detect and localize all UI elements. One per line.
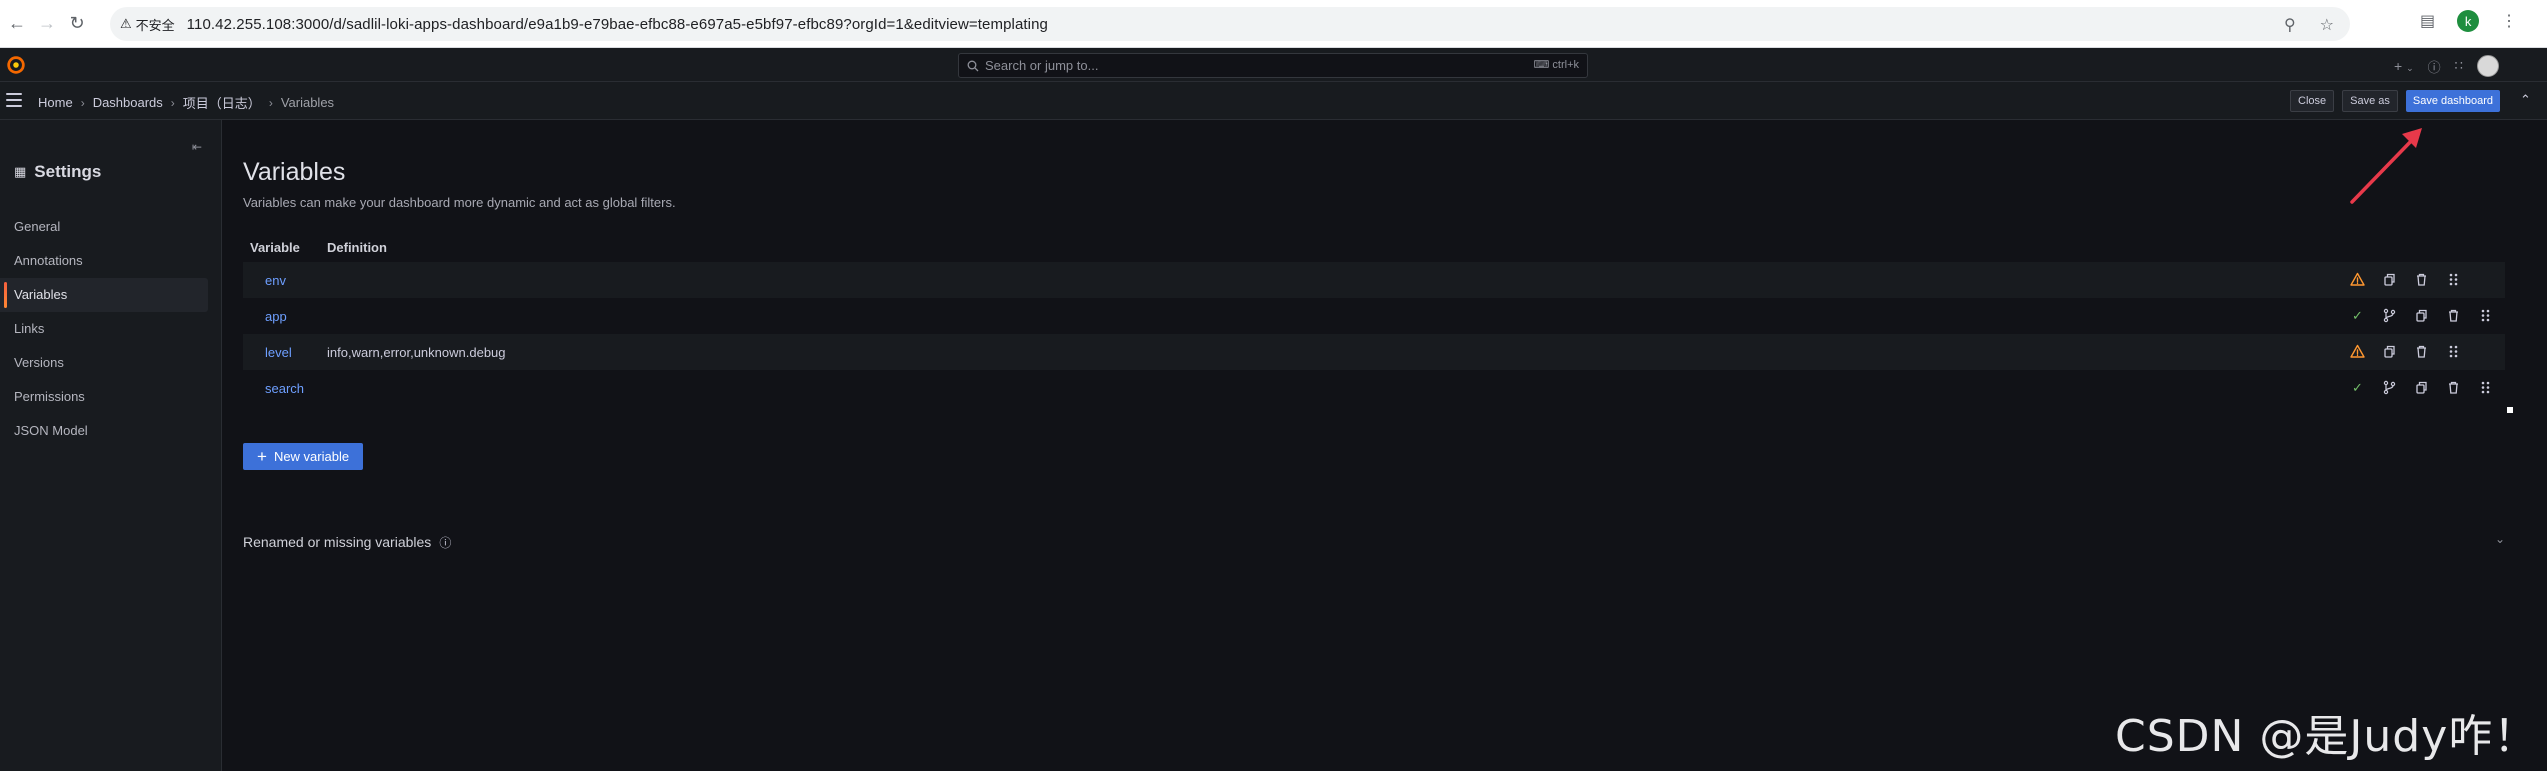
bookmark-star-icon[interactable]: ☆ — [2320, 15, 2334, 35]
duplicate-icon[interactable] — [2381, 343, 2398, 360]
trash-icon[interactable] — [2413, 343, 2430, 360]
help-icon[interactable]: ⓘ — [2428, 57, 2441, 76]
grid-icon: ▦ — [14, 164, 27, 179]
new-variable-label: New variable — [273, 449, 350, 464]
reload-icon[interactable]: ↻ — [64, 11, 90, 37]
url-text[interactable]: 110.42.255.108:3000/d/sadlil-loki-apps-d… — [187, 16, 1048, 33]
annotation-arrow-icon — [2350, 128, 2422, 204]
keyboard-shortcut-hint: ⌨ ctrl+k — [1533, 58, 1579, 72]
variable-name-link[interactable]: app — [243, 309, 327, 324]
drag-handle-icon[interactable] — [2477, 379, 2494, 396]
news-feed-icon[interactable]: ∷ — [2455, 58, 2463, 74]
warning-icon — [2349, 343, 2366, 360]
chevron-right-icon: › — [170, 95, 175, 110]
profile-avatar[interactable]: k — [2457, 10, 2480, 32]
settings-title: ▦ Settings — [14, 162, 101, 182]
renamed-variables-label: Renamed or missing variables — [243, 534, 432, 550]
address-bar[interactable]: ⚠ 不安全 110.42.255.108:3000/d/sadlil-loki-… — [110, 7, 2350, 41]
sidebar-item-annotations[interactable]: Annotations — [0, 244, 208, 278]
column-header-variable: Variable — [250, 239, 300, 255]
trash-icon[interactable] — [2445, 379, 2462, 396]
variables-table: Variable Definition env app ✓ level info… — [243, 232, 2505, 406]
search-bar[interactable]: Search or jump to... ⌨ ctrl+k — [958, 53, 1588, 78]
drag-handle-icon[interactable] — [2477, 307, 2494, 324]
check-icon: ✓ — [2352, 379, 2363, 395]
page-title: Variables — [243, 158, 346, 186]
sidebar-item-general[interactable]: General — [0, 210, 208, 244]
zoom-icon[interactable]: ⚲ — [2284, 15, 2296, 35]
dependency-icon[interactable] — [2381, 379, 2398, 396]
sidebar-item-versions[interactable]: Versions — [0, 346, 208, 380]
breadcrumb-home[interactable]: Home — [38, 95, 73, 110]
browser-toolbar: ← → ↻ ⚠ 不安全 110.42.255.108:3000/d/sadlil… — [0, 0, 2547, 48]
table-row[interactable]: level info,warn,error,unknown.debug — [243, 334, 2505, 370]
dependency-icon[interactable] — [2381, 307, 2398, 324]
chevron-down-icon[interactable]: ⌄ — [2495, 532, 2505, 546]
keyboard-icon: ⌨ — [1533, 59, 1550, 71]
chevron-right-icon: › — [80, 95, 85, 110]
variables-page: Variables Variables can make your dashbo… — [223, 120, 2547, 771]
settings-title-label: Settings — [34, 162, 102, 181]
plus-icon: + — [257, 447, 267, 466]
breadcrumb-current: Variables — [280, 95, 335, 110]
table-header: Variable Definition — [243, 232, 2505, 262]
variable-name-link[interactable]: level — [243, 345, 327, 360]
more-menu-icon[interactable]: ⋮ — [2501, 11, 2517, 31]
variable-name-link[interactable]: env — [243, 273, 327, 288]
menu-icon[interactable] — [6, 93, 22, 107]
column-header-definition: Definition — [327, 239, 387, 255]
new-menu-button[interactable]: + ⌄ — [2394, 58, 2414, 74]
variable-name-link[interactable]: search — [243, 381, 327, 396]
sidebar-item-permissions[interactable]: Permissions — [0, 380, 208, 414]
variable-definition: info,warn,error,unknown.debug — [327, 344, 506, 360]
warning-triangle-icon: ⚠ — [120, 16, 132, 31]
insecure-label: 不安全 — [135, 17, 175, 33]
new-variable-button[interactable]: + New variable — [243, 443, 364, 470]
duplicate-icon[interactable] — [2381, 271, 2398, 288]
renamed-variables-section[interactable]: Renamed or missing variables ⓘ ⌄ — [243, 532, 2505, 552]
trash-icon[interactable] — [2413, 271, 2430, 288]
settings-sidebar: ⇤ ▦ Settings General Annotations Variabl… — [0, 120, 222, 771]
info-icon[interactable]: ⓘ — [439, 534, 451, 551]
search-icon — [967, 60, 979, 71]
chevron-up-icon[interactable]: ⌃ — [2520, 92, 2531, 108]
grafana-logo-icon[interactable] — [5, 54, 27, 76]
plus-icon: + — [2394, 58, 2403, 74]
shortcut-label: ctrl+k — [1552, 58, 1579, 71]
drag-handle-icon[interactable] — [2445, 343, 2462, 360]
extensions-icon[interactable]: ▤ — [2420, 11, 2435, 31]
chevron-right-icon: › — [268, 95, 273, 110]
chevron-down-icon: ⌄ — [2406, 63, 2414, 73]
table-row[interactable]: app ✓ — [243, 298, 2505, 334]
breadcrumb-dashboard[interactable]: 项目（日志） — [183, 93, 261, 112]
trash-icon[interactable] — [2445, 307, 2462, 324]
sidebar-item-variables[interactable]: Variables — [0, 278, 208, 312]
table-row[interactable]: search ✓ — [243, 370, 2505, 406]
search-placeholder: Search or jump to... — [985, 58, 1099, 73]
breadcrumb-bar: Home › Dashboards › 项目（日志） › Variables C… — [0, 82, 2547, 120]
sidebar-item-json-model[interactable]: JSON Model — [0, 414, 208, 448]
user-avatar[interactable] — [2476, 55, 2499, 77]
sidebar-item-links[interactable]: Links — [0, 312, 208, 346]
table-row[interactable]: env — [243, 262, 2505, 298]
security-indicator[interactable]: ⚠ 不安全 — [120, 15, 187, 34]
breadcrumb: Home › Dashboards › 项目（日志） › Variables — [38, 93, 334, 112]
page-subtitle: Variables can make your dashboard more d… — [243, 195, 676, 210]
grafana-topbar: Search or jump to... ⌨ ctrl+k + ⌄ ⓘ ∷ — [0, 48, 2547, 82]
duplicate-icon[interactable] — [2413, 379, 2430, 396]
warning-icon — [2349, 271, 2366, 288]
back-icon[interactable]: ← — [4, 11, 30, 37]
close-button[interactable]: Close — [2290, 90, 2335, 112]
forward-icon[interactable]: → — [34, 11, 60, 37]
resize-marker — [2507, 407, 2513, 413]
save-dashboard-button[interactable]: Save dashboard — [2405, 90, 2500, 112]
duplicate-icon[interactable] — [2413, 307, 2430, 324]
drag-handle-icon[interactable] — [2445, 271, 2462, 288]
save-as-button[interactable]: Save as — [2342, 90, 2398, 112]
dock-menu-icon[interactable]: ⇤ — [192, 140, 202, 154]
breadcrumb-dashboards[interactable]: Dashboards — [93, 95, 163, 110]
check-icon: ✓ — [2352, 307, 2363, 323]
watermark: CSDN @是Judy咋！ — [2115, 711, 2539, 762]
